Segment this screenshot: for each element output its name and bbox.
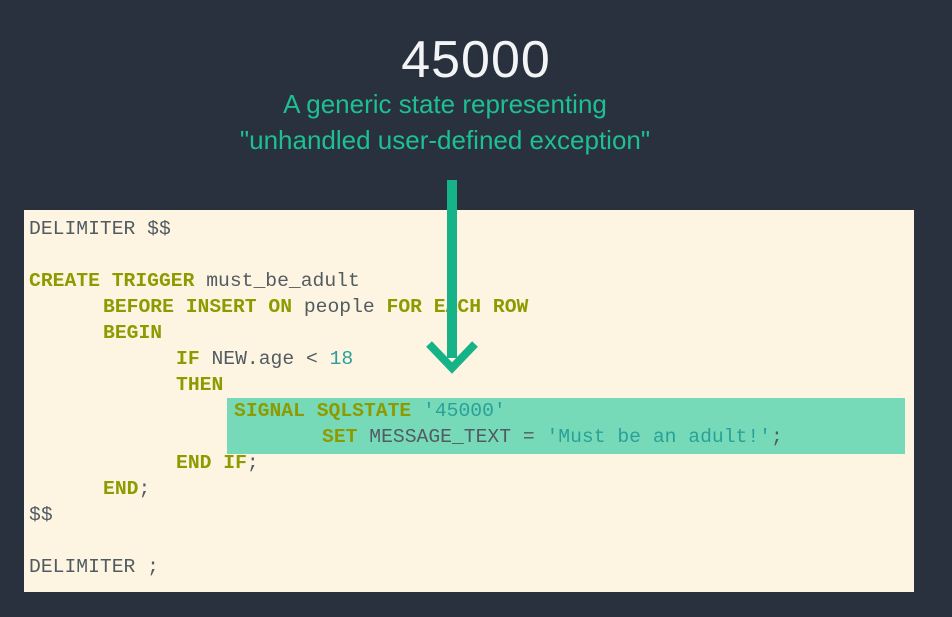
arrow-shaft xyxy=(447,180,457,358)
code-token: DELIMITER $$ xyxy=(29,218,171,240)
code-keyword: BEFORE INSERT ON xyxy=(103,296,293,318)
code-line-begin: BEGIN xyxy=(103,321,162,345)
code-keyword: THEN xyxy=(176,374,224,396)
code-keyword: END IF xyxy=(176,452,247,474)
code-line-if: IF NEW.age < 18 xyxy=(176,347,353,371)
code-token: people xyxy=(292,296,387,318)
code-number: 18 xyxy=(329,348,354,370)
code-token: DELIMITER ; xyxy=(29,556,159,578)
code-token: ; xyxy=(770,426,783,448)
code-token: ; xyxy=(246,452,259,474)
code-keyword: END xyxy=(103,478,139,500)
code-line-delimiter-close: DELIMITER ; xyxy=(29,555,159,579)
code-keyword: BEGIN xyxy=(103,322,163,344)
code-line-signal: SIGNAL SQLSTATE '45000' xyxy=(234,399,506,423)
code-token: MESSAGE_TEXT = xyxy=(357,426,547,448)
code-line-end: END; xyxy=(103,477,150,501)
code-line-set-message: SET MESSAGE_TEXT = 'Must be an adult!'; xyxy=(322,425,783,449)
code-keyword: SIGNAL SQLSTATE xyxy=(234,400,412,422)
code-line-end-if: END IF; xyxy=(176,451,259,475)
code-line-then: THEN xyxy=(176,373,223,397)
caption-line-1: A generic state representing xyxy=(283,89,607,119)
arrow-down-icon xyxy=(425,340,479,379)
code-token: $$ xyxy=(29,504,53,526)
code-keyword: SET xyxy=(322,426,358,448)
caption-line-2: "unhandled user-defined exception" xyxy=(239,125,651,155)
code-line-before-insert: BEFORE INSERT ON people FOR EACH ROW xyxy=(103,295,528,319)
headline-sqlstate: 45000 xyxy=(401,31,551,89)
code-token: NEW.age < xyxy=(199,348,330,370)
code-line-delimiter-open: DELIMITER $$ xyxy=(29,217,171,241)
code-token: must_be_adult xyxy=(194,270,360,292)
code-line-dollar-terminator: $$ xyxy=(29,503,53,527)
code-keyword: CREATE TRIGGER xyxy=(29,270,195,292)
code-token: ; xyxy=(138,478,151,500)
code-string: '45000' xyxy=(423,400,506,422)
code-string: 'Must be an adult!' xyxy=(546,426,771,448)
code-keyword: IF xyxy=(176,348,200,370)
code-line-create-trigger: CREATE TRIGGER must_be_adult xyxy=(29,269,360,293)
code-keyword: FOR EACH ROW xyxy=(386,296,529,318)
